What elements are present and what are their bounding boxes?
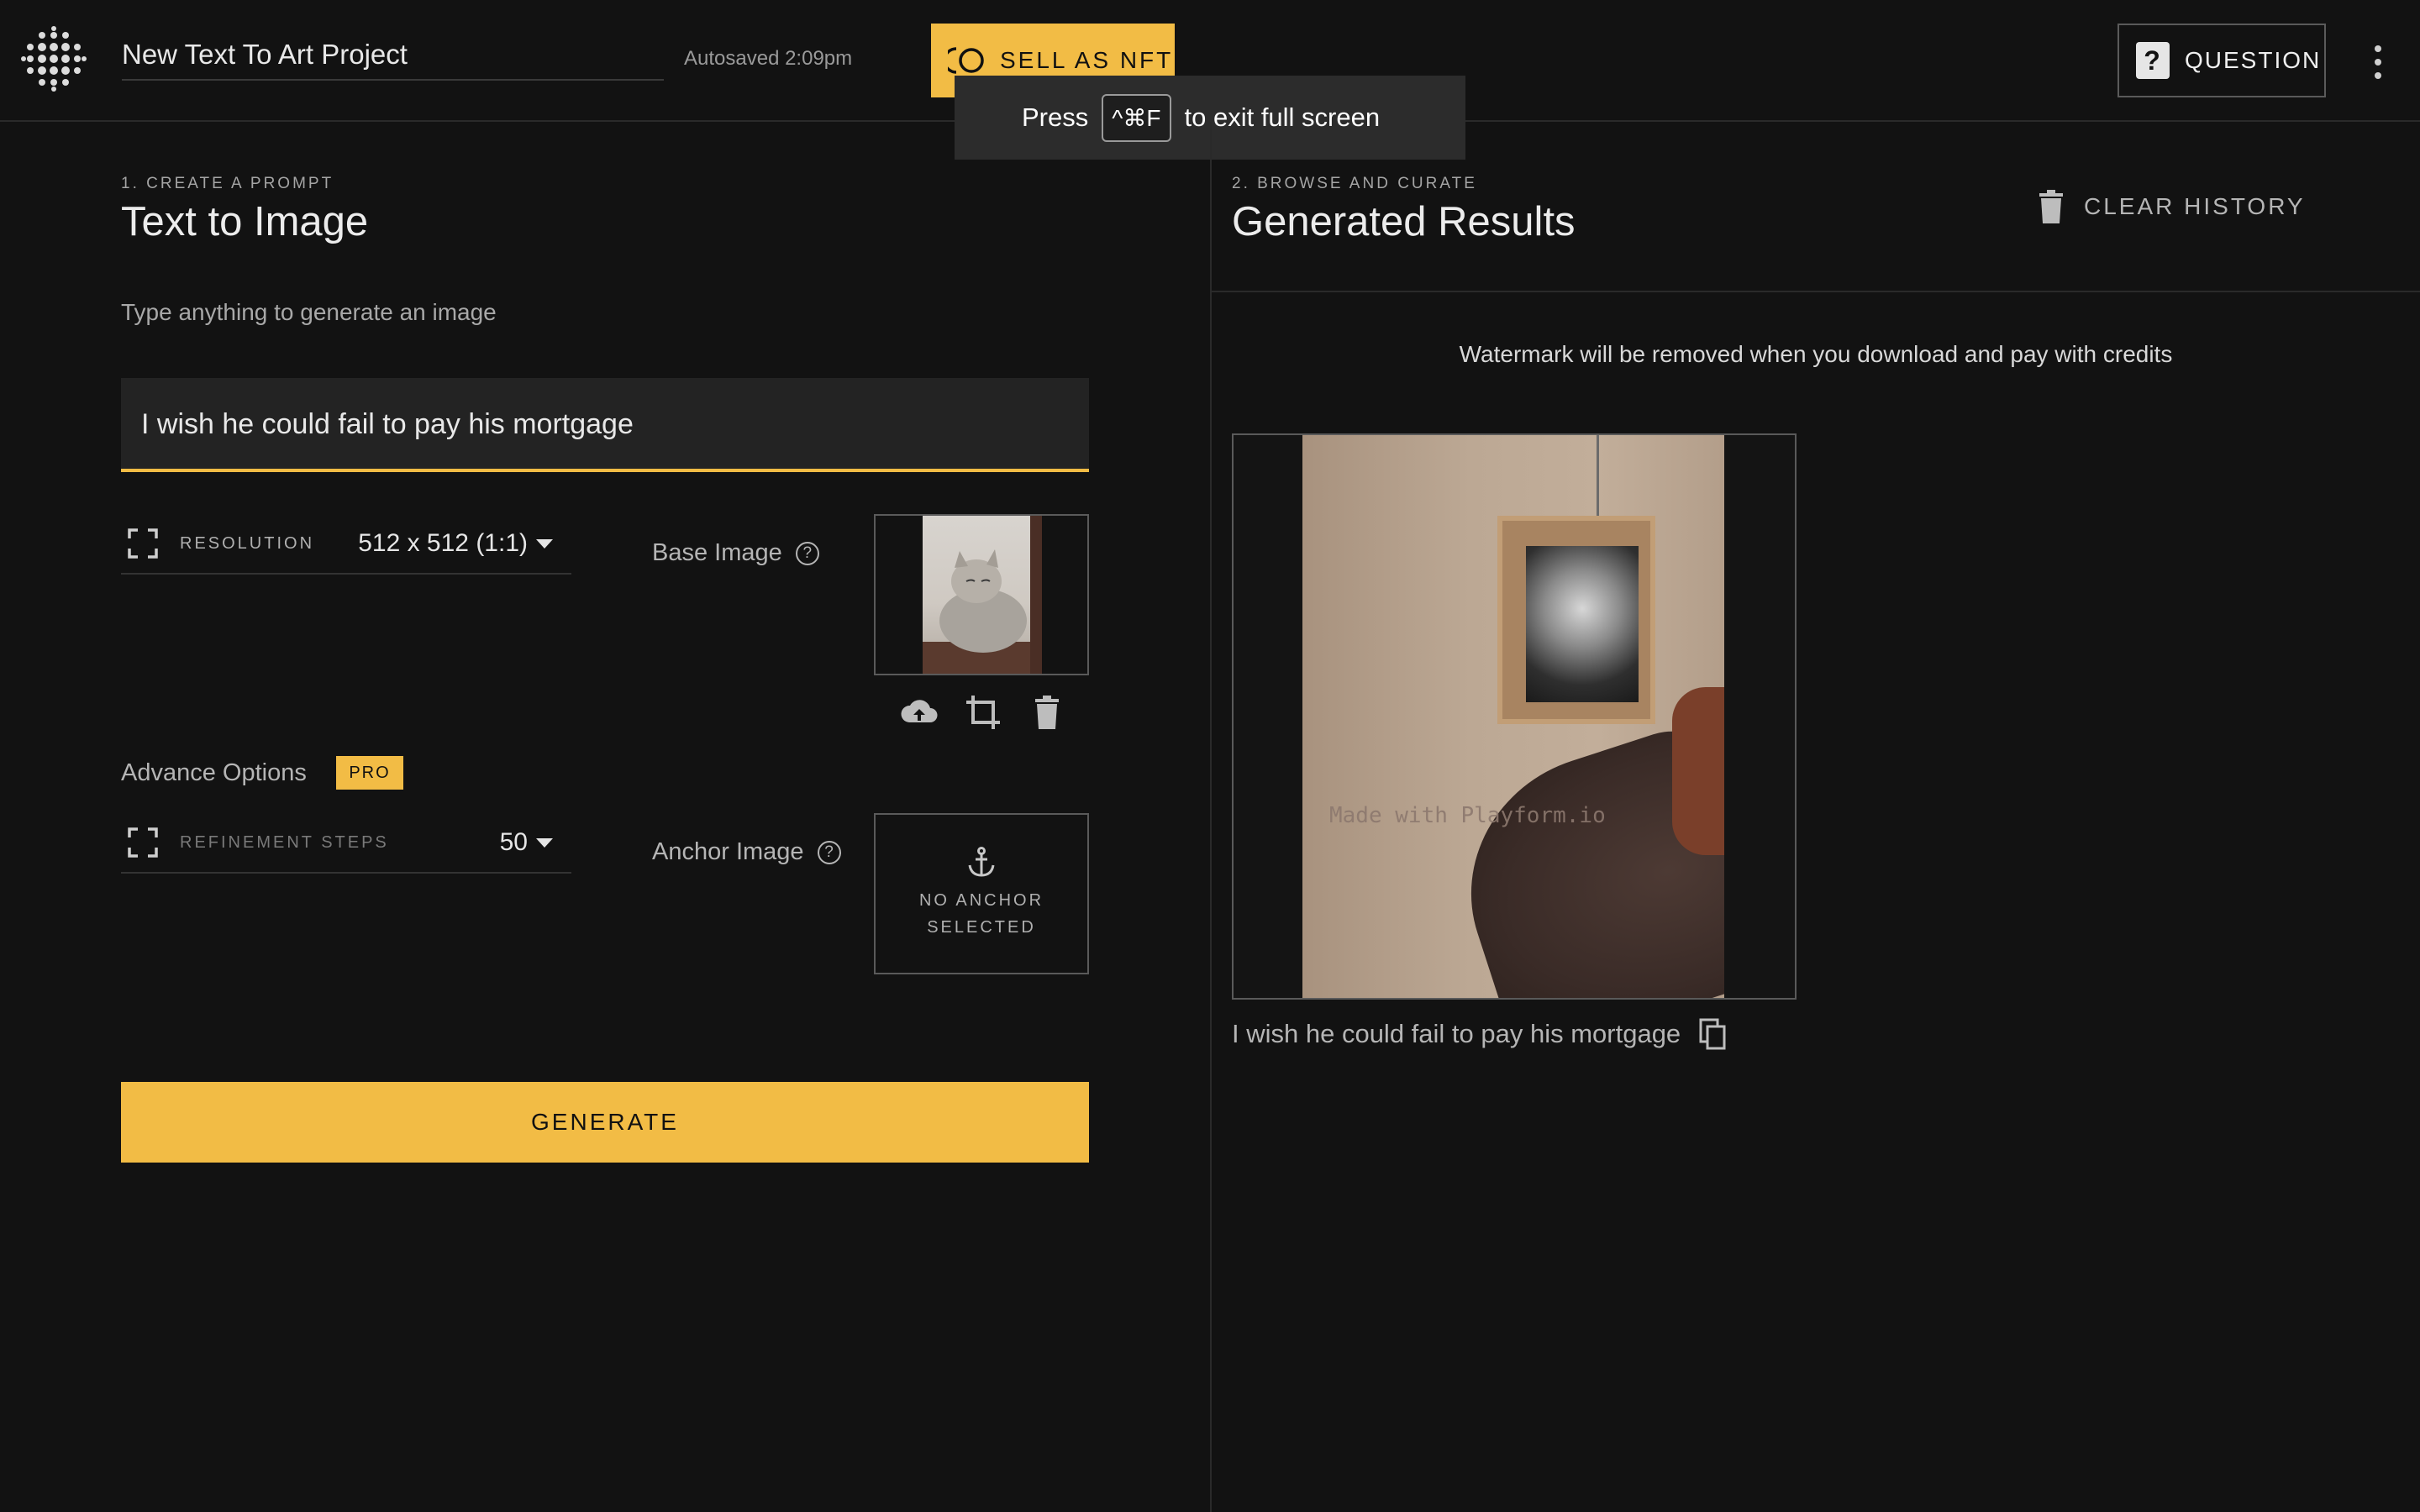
pro-badge: PRO: [336, 756, 403, 790]
cardboard-box-frame: [1497, 516, 1655, 724]
chevron-down-icon: [536, 837, 553, 848]
portrait-photo: [1526, 546, 1639, 702]
anchor-icon: [968, 847, 995, 877]
trash-icon[interactable]: [1027, 692, 1067, 732]
browse-curate-step-label: 2. BROWSE AND CURATE: [1232, 175, 1477, 192]
generated-result-image: Made with Playform.io: [1302, 435, 1724, 998]
refinement-steps-label: REFINEMENT STEPS: [180, 832, 389, 852]
base-image-preview[interactable]: [874, 514, 1089, 675]
watermark-overlay: Made with Playform.io: [1329, 803, 1606, 828]
anchor-image-label: Anchor Image: [652, 838, 804, 865]
base-image-label: Base Image: [652, 539, 782, 566]
clear-history-label: CLEAR HISTORY: [2084, 193, 2306, 219]
panel-divider: [1210, 122, 1212, 1512]
hanging-cord: [1597, 435, 1599, 519]
base-image-actions: [899, 692, 1067, 732]
generated-result-card[interactable]: Made with Playform.io: [1232, 433, 1797, 1000]
cloud-upload-icon[interactable]: [899, 692, 939, 732]
expand-corners-icon: [128, 528, 158, 559]
help-icon[interactable]: ?: [817, 840, 841, 864]
question-button[interactable]: ? QUESTION: [2118, 24, 2326, 97]
refinement-steps-select[interactable]: REFINEMENT STEPS 50: [121, 813, 571, 874]
anchor-image-slot[interactable]: NO ANCHOR SELECTED: [874, 813, 1089, 974]
resolution-label: RESOLUTION: [180, 533, 315, 553]
base-image-cat-photo: [923, 516, 1042, 674]
create-prompt-step-label: 1. CREATE A PROMPT: [121, 175, 334, 192]
refinement-steps-value: 50: [499, 828, 528, 856]
project-title-input[interactable]: New Text To Art Project: [122, 34, 664, 81]
question-mark-icon: ?: [2136, 42, 2170, 79]
prompt-hint: Type anything to generate an image: [121, 299, 497, 325]
chevron-down-icon: [536, 538, 553, 549]
advance-options-label: Advance Options: [121, 759, 307, 786]
resolution-value: 512 x 512 (1:1): [358, 529, 528, 557]
watermark-note: Watermark will be removed when you downl…: [1459, 341, 2173, 367]
clear-history-button[interactable]: CLEAR HISTORY: [2037, 190, 2306, 223]
result-caption: I wish he could fail to pay his mortgage: [1232, 1018, 1728, 1050]
generate-button[interactable]: GENERATE: [121, 1082, 1089, 1163]
text-to-image-title: Text to Image: [121, 199, 369, 244]
result-caption-text: I wish he could fail to pay his mortgage: [1232, 1019, 1681, 1048]
resolution-select[interactable]: RESOLUTION 512 x 512 (1:1): [121, 514, 571, 575]
crop-icon[interactable]: [963, 692, 1003, 732]
copy-icon[interactable]: [1699, 1018, 1728, 1050]
autosave-status: Autosaved 2:09pm: [684, 47, 853, 70]
sell-as-nft-label: SELL AS NFT: [1000, 47, 1174, 73]
dot-grid-logo-icon[interactable]: [18, 24, 89, 94]
results-header-divider: [1212, 291, 2420, 292]
toast-message: to exit full screen: [1184, 102, 1381, 132]
toast-shortcut-key: ^⌘F: [1102, 93, 1171, 142]
trash-icon: [2039, 190, 2063, 223]
hand-shape: [1672, 687, 1724, 855]
toast-press-text: Press: [1022, 102, 1089, 132]
no-anchor-text: NO ANCHOR SELECTED: [918, 891, 1044, 937]
question-label: QUESTION: [2185, 47, 2322, 73]
expand-corners-icon: [128, 827, 158, 858]
kebab-menu-icon[interactable]: [2368, 44, 2388, 81]
coin-icon: [948, 47, 984, 74]
generated-results-title: Generated Results: [1232, 199, 1576, 244]
prompt-input[interactable]: I wish he could fail to pay his mortgage: [121, 378, 1089, 472]
help-icon[interactable]: ?: [795, 541, 819, 565]
base-image-label-group: Base Image ?: [652, 539, 819, 567]
anchor-image-label-group: Anchor Image ?: [652, 838, 841, 866]
